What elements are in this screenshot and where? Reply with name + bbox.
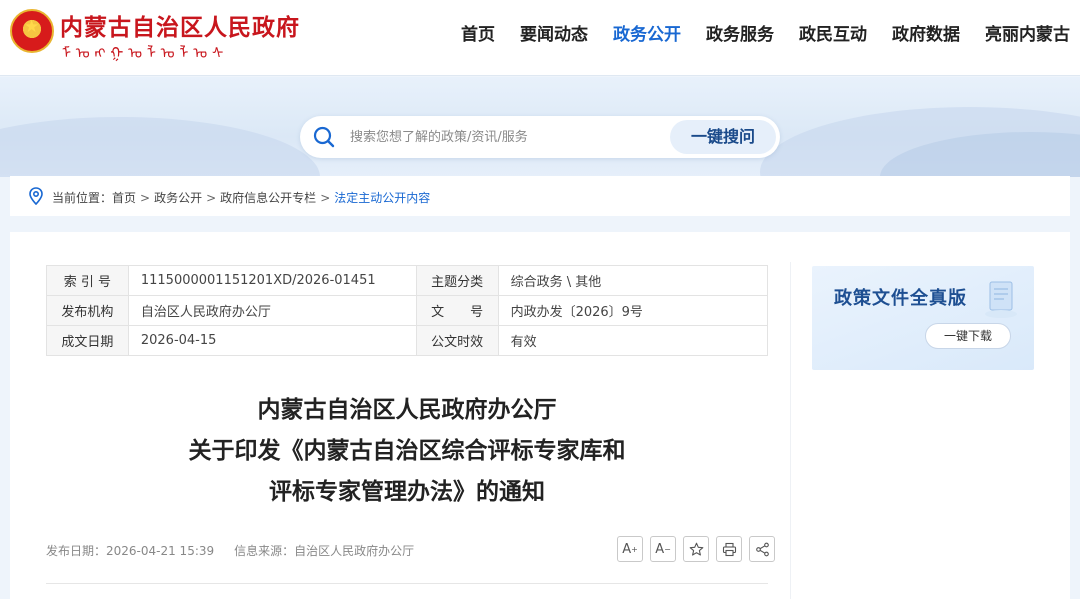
- content-card: 索 引 号 1115000001151201XD/2026-01451 主题分类…: [10, 232, 1070, 599]
- table-row: 索 引 号 1115000001151201XD/2026-01451 主题分类…: [46, 265, 769, 296]
- breadcrumb-separator: >: [206, 191, 217, 205]
- breadcrumb-item[interactable]: 政务公开: [154, 189, 202, 206]
- national-emblem-icon[interactable]: [10, 9, 54, 53]
- breadcrumb: 当前位置：首页 > 政务公开 > 政府信息公开专栏 > 法定主动公开内容: [10, 176, 1070, 216]
- nav-item-home[interactable]: 首页: [461, 20, 495, 45]
- search-box: 一键搜问: [300, 116, 780, 158]
- main-nav: 首页 要闻动态 政务公开 政务服务 政民互动 政府数据 亮丽内蒙古: [436, 20, 1070, 45]
- info-source: 信息来源：自治区人民政府办公厅: [234, 544, 415, 558]
- policy-download-promo[interactable]: 政策文件全真版 一键下载: [812, 266, 1034, 370]
- meta-value: 2026-04-15: [127, 325, 417, 356]
- breadcrumb-item[interactable]: 政府信息公开专栏: [220, 189, 316, 206]
- promo-title: 政策文件全真版: [834, 288, 967, 309]
- site-header: 内蒙古自治区人民政府 ᠮ ᠣ ᠩ ᠭ ᠣ ᠯ ᠤ ᠯ ᠤ ᠰ 首页 要闻动态 政…: [0, 0, 1080, 76]
- nav-item-news[interactable]: 要闻动态: [520, 20, 588, 45]
- title-line: 评标专家管理办法》的通知: [269, 479, 545, 505]
- download-button[interactable]: 一键下载: [925, 323, 1011, 349]
- font-decrease-icon[interactable]: A −: [650, 536, 676, 562]
- meta-label: 公文时效: [415, 325, 499, 356]
- search-input[interactable]: [350, 127, 650, 147]
- title-line: 关于印发《内蒙古自治区综合评标专家库和: [188, 438, 626, 464]
- table-row: 成文日期 2026-04-15 公文时效 有效: [46, 325, 769, 356]
- breadcrumb-current[interactable]: 法定主动公开内容: [334, 189, 430, 206]
- nav-item-services[interactable]: 政务服务: [706, 20, 774, 45]
- search-icon[interactable]: [311, 124, 337, 150]
- banner-decoration: [0, 117, 320, 177]
- breadcrumb-trail: 当前位置：首页 > 政务公开 > 政府信息公开专栏 > 法定主动公开内容: [52, 189, 430, 206]
- meta-label: 文 号: [415, 295, 499, 326]
- meta-value: 自治区人民政府办公厅: [127, 295, 417, 326]
- breadcrumb-separator: >: [140, 191, 151, 205]
- star-icon[interactable]: [683, 536, 709, 562]
- print-icon[interactable]: [716, 536, 742, 562]
- nav-item-inner-mongolia[interactable]: 亮丽内蒙古: [985, 20, 1070, 45]
- nav-item-data[interactable]: 政府数据: [892, 20, 960, 45]
- title-line: 内蒙古自治区人民政府办公厅: [257, 397, 557, 423]
- divider: [46, 583, 768, 584]
- document-title: 内蒙古自治区人民政府办公厅 关于印发《内蒙古自治区综合评标专家库和 评标专家管理…: [46, 390, 768, 513]
- location-pin-icon: [29, 187, 43, 205]
- font-increase-icon[interactable]: A +: [617, 536, 643, 562]
- share-icon[interactable]: [749, 536, 775, 562]
- document-icon: [985, 281, 1017, 318]
- nav-item-gov-affairs[interactable]: 政务公开: [613, 20, 681, 45]
- column-divider: [790, 262, 791, 599]
- meta-value: 有效: [497, 325, 769, 356]
- publish-info: 发布日期：2026-04-21 15:39 信息来源：自治区人民政府办公厅: [46, 542, 434, 559]
- search-button[interactable]: 一键搜问: [670, 120, 776, 154]
- meta-value: 内政办发〔2026〕9号: [497, 295, 769, 326]
- breadcrumb-separator: >: [320, 191, 331, 205]
- meta-label: 主题分类: [415, 265, 499, 296]
- article-toolbar: A + A −: [610, 536, 775, 562]
- meta-value: 综合政务 \ 其他: [497, 265, 769, 296]
- publish-date: 发布日期：2026-04-21 15:39: [46, 544, 215, 558]
- document-meta-table: 索 引 号 1115000001151201XD/2026-01451 主题分类…: [46, 265, 769, 356]
- site-name-mongolian: ᠮ ᠣ ᠩ ᠭ ᠣ ᠯ ᠤ ᠯ ᠤ ᠰ: [62, 44, 224, 62]
- breadcrumb-item[interactable]: 首页: [112, 189, 136, 206]
- meta-label: 发布机构: [46, 295, 129, 326]
- meta-value: 1115000001151201XD/2026-01451: [127, 265, 417, 296]
- meta-label: 索 引 号: [46, 265, 129, 296]
- breadcrumb-prefix: 当前位置：: [52, 191, 113, 205]
- nav-item-interaction[interactable]: 政民互动: [799, 20, 867, 45]
- meta-label: 成文日期: [46, 325, 129, 356]
- table-row: 发布机构 自治区人民政府办公厅 文 号 内政办发〔2026〕9号: [46, 295, 769, 326]
